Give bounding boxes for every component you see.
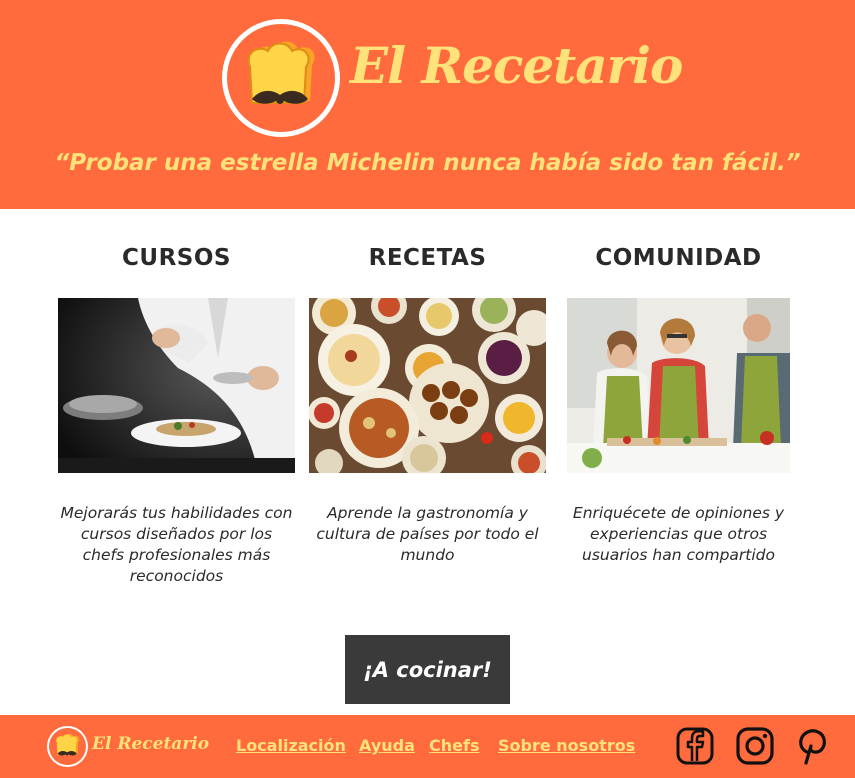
chef-plating-dish-photo[interactable] <box>58 298 295 473</box>
site-header: El Recetario “Probar una estrella Michel… <box>0 0 855 209</box>
footer-brand-title: El Recetario <box>92 734 210 754</box>
pinterest-icon[interactable] <box>792 726 832 766</box>
section-description-comunidad: Enriquécete de opiniones y experiencias … <box>572 504 785 564</box>
logo[interactable] <box>222 19 340 137</box>
facebook-icon[interactable] <box>675 726 715 766</box>
people-cooking-together-photo[interactable] <box>567 298 790 473</box>
footer-logo[interactable] <box>47 726 88 767</box>
footer-link-sobre-nosotros[interactable]: Sobre nosotros <box>498 736 635 755</box>
site-footer: El Recetario Localización Ayuda Chefs So… <box>0 715 855 778</box>
section-description-recetas: Aprende la gastronomía y cultura de país… <box>316 504 539 564</box>
footer-link-chefs[interactable]: Chefs <box>429 736 479 755</box>
section-description-cursos: Mejorarás tus habilidades con cursos dis… <box>60 504 293 585</box>
footer-link-localizacion[interactable]: Localización <box>236 736 346 755</box>
tagline: “Probar una estrella Michelin nunca habí… <box>54 150 801 176</box>
section-title-cursos: CURSOS <box>122 245 231 271</box>
cta-cocinar-button[interactable]: ¡A cocinar! <box>345 635 510 704</box>
chef-hat-mustache-icon <box>247 41 315 104</box>
chef-hat-mustache-icon <box>56 733 80 756</box>
footer-link-ayuda[interactable]: Ayuda <box>359 736 415 755</box>
section-title-comunidad: COMUNIDAD <box>595 245 762 271</box>
international-dishes-table-photo[interactable] <box>309 298 546 473</box>
brand-title: El Recetario <box>350 36 683 95</box>
section-title-recetas: RECETAS <box>368 245 487 271</box>
instagram-icon[interactable] <box>735 726 775 766</box>
